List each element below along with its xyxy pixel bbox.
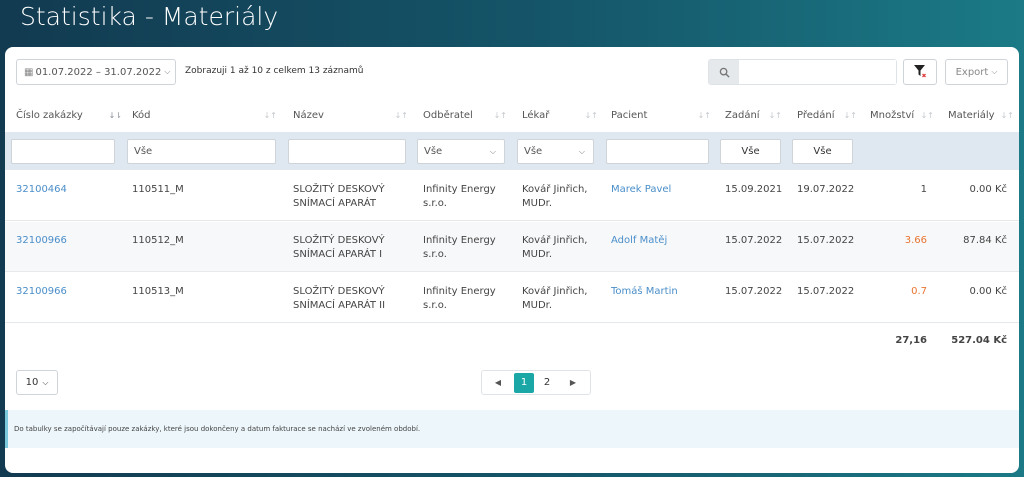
column-header-mnozstvi[interactable]: Množství ↓↑ (870, 107, 934, 123)
assigned-date-cell: 15.07.2022 (725, 286, 783, 297)
patient-link[interactable]: Tomáš Martin (611, 285, 678, 299)
sort-icon: ↓↑ (394, 110, 408, 120)
column-header-materialy[interactable]: Materiály ↓↑ (948, 107, 1014, 123)
search-input[interactable] (739, 60, 896, 84)
sort-icon: ↓⇂ (108, 110, 122, 120)
sort-icon: ↓↑ (768, 110, 782, 120)
column-header-lekar[interactable]: Lékař ↓↑ (522, 107, 598, 123)
records-info: Zobrazuji 1 až 10 z celkem 13 záznamů (185, 66, 364, 76)
chevron-down-icon: ⌵ (42, 377, 49, 387)
filter-cislo-input[interactable] (11, 139, 115, 164)
patient-link[interactable]: Marek Pavel (611, 183, 671, 197)
doctor-cell: Kovář Jinřich, MUDr. (522, 235, 588, 260)
sort-icon: ↓↑ (493, 110, 507, 120)
order-number-link[interactable]: 32100966 (16, 285, 67, 299)
chevron-down-icon: ⌵ (489, 146, 496, 156)
materials-cell: 0.00 Kč (969, 184, 1008, 195)
name-cell: SLOŽITÝ DESKOVÝ SNÍMACÍ APARÁT I (293, 235, 385, 260)
table-row: 32100464 110511_M SLOŽITÝ DESKOVÝ SNÍMAC… (5, 171, 1019, 221)
page-title: Statistika - Materiály (20, 2, 279, 31)
column-header-zadani[interactable]: Zadání ↓↑ (725, 107, 782, 123)
search-group (708, 59, 897, 85)
customer-cell: Infinity Energy s.r.o. (423, 184, 496, 209)
sort-icon: ↓↑ (584, 110, 598, 120)
filter-lekar-select[interactable]: Vše ⌵ (517, 139, 594, 164)
customer-cell: Infinity Energy s.r.o. (423, 286, 496, 311)
date-range-picker[interactable]: ▦ 01.07.2022 – 31.07.2022 ⌵ (16, 59, 176, 85)
chevron-right-icon[interactable]: ▶ (557, 378, 589, 387)
code-cell: 110512_M (132, 235, 184, 246)
sort-icon: ↓↑ (843, 110, 857, 120)
assigned-date-cell: 15.07.2022 (725, 235, 783, 246)
page-size-select[interactable]: 10 ⌵ (16, 370, 58, 395)
filter-pacient-input[interactable] (606, 139, 709, 164)
calendar-icon: ▦ (24, 66, 34, 78)
materials-cell: 87.84 Kč (963, 235, 1007, 246)
page-button-1[interactable]: 1 (514, 372, 534, 393)
chevron-left-icon[interactable]: ◀ (482, 378, 514, 387)
quantity-cell: 1 (920, 184, 927, 195)
filter-kod-input[interactable]: Vše (127, 139, 276, 164)
column-header-predani[interactable]: Předání ↓↑ (797, 107, 857, 123)
sort-icon: ↓↑ (920, 110, 934, 120)
sort-icon: ↓↑ (1000, 110, 1014, 120)
patient-link[interactable]: Adolf Matěj (611, 234, 667, 248)
chevron-down-icon: ⌵ (991, 67, 998, 76)
customer-cell: Infinity Energy s.r.o. (423, 235, 496, 260)
chevron-down-icon: ⌵ (164, 67, 171, 76)
filter-nazev-input[interactable] (288, 139, 406, 164)
filter-predani-button[interactable]: Vše (792, 139, 853, 164)
sort-icon: ↓↑ (263, 110, 277, 120)
table-row: 32100966 110513_M SLOŽITÝ DESKOVÝ SNÍMAC… (5, 273, 1019, 323)
export-label: Export (955, 66, 989, 78)
quantity-cell: 0.7 (911, 286, 927, 297)
delivery-date-cell: 19.07.2022 (797, 184, 855, 195)
doctor-cell: Kovář Jinřich, MUDr. (522, 184, 588, 209)
column-header-pacient[interactable]: Pacient ↓↑ (611, 107, 711, 123)
page-button-2[interactable]: 2 (537, 373, 557, 393)
search-icon (709, 60, 739, 84)
filter-odberatel-select[interactable]: Vše ⌵ (417, 139, 505, 164)
order-number-link[interactable]: 32100966 (16, 234, 67, 248)
column-header-nazev[interactable]: Název ↓↑ (293, 107, 408, 123)
filter-zadani-button[interactable]: Vše (720, 139, 781, 164)
filter-clear-icon (913, 63, 927, 82)
column-header-cislo[interactable]: Číslo zakázky ↓⇂ (16, 107, 122, 123)
code-cell: 110513_M (132, 286, 184, 297)
table-row: 32100966 110512_M SLOŽITÝ DESKOVÝ SNÍMAC… (5, 222, 1019, 272)
clear-filter-button[interactable] (903, 59, 937, 85)
name-cell: SLOŽITÝ DESKOVÝ SNÍMACÍ APARÁT II (293, 286, 386, 311)
materials-cell: 0.00 Kč (969, 286, 1008, 297)
doctor-cell: Kovář Jinřich, MUDr. (522, 286, 588, 311)
pagination: ◀ 1 2 ▶ (481, 370, 591, 395)
delivery-date-cell: 15.07.2022 (797, 235, 855, 246)
date-range-label: 01.07.2022 – 31.07.2022 (35, 66, 162, 78)
delivery-date-cell: 15.07.2022 (797, 286, 855, 297)
column-header-kod[interactable]: Kód ↓↑ (132, 107, 277, 123)
total-quantity: 27,16 (895, 335, 927, 346)
export-button[interactable]: Export ⌵ (945, 59, 1008, 85)
code-cell: 110511_M (132, 184, 184, 195)
column-header-odberatel[interactable]: Odběratel ↓↑ (423, 107, 507, 123)
assigned-date-cell: 15.09.2021 (725, 184, 783, 195)
chevron-down-icon: ⌵ (578, 146, 585, 156)
content-card: ▦ 01.07.2022 – 31.07.2022 ⌵ Zobrazuji 1 … (5, 47, 1019, 473)
quantity-cell: 3.66 (904, 235, 927, 246)
sort-icon: ↓↑ (697, 110, 711, 120)
name-cell: SLOŽITÝ DESKOVÝ SNÍMACÍ APARÁT (293, 184, 385, 209)
order-number-link[interactable]: 32100464 (16, 183, 67, 197)
info-note: Do tabulky se započítávají pouze zakázky… (5, 410, 1019, 448)
total-materials: 527.04 Kč (951, 335, 1007, 346)
